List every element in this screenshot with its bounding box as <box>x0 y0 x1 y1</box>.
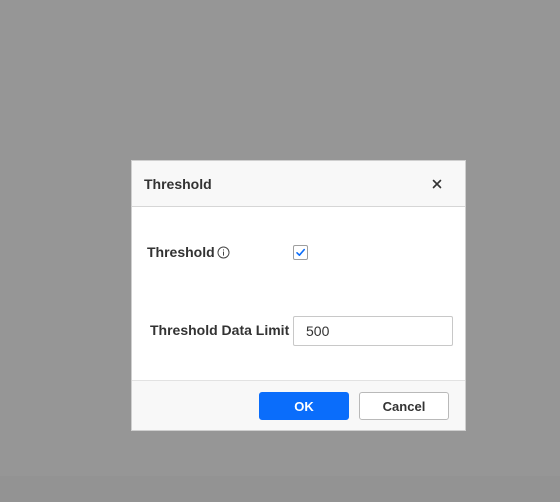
threshold-dialog: Threshold Threshold Threshold Data Limit… <box>131 160 466 431</box>
threshold-data-limit-label: Threshold Data Limit <box>150 322 290 338</box>
cancel-button[interactable]: Cancel <box>359 392 449 420</box>
backdrop-bottom-strip <box>0 476 560 502</box>
info-icon[interactable] <box>217 246 230 259</box>
dialog-title: Threshold <box>144 176 212 192</box>
threshold-label: Threshold <box>147 244 215 260</box>
threshold-data-limit-input[interactable] <box>293 316 453 346</box>
dialog-header: Threshold <box>132 161 465 207</box>
threshold-checkbox[interactable] <box>293 245 308 260</box>
dialog-footer: OK Cancel <box>132 380 465 430</box>
close-icon[interactable] <box>428 175 446 193</box>
ok-button[interactable]: OK <box>259 392 349 420</box>
